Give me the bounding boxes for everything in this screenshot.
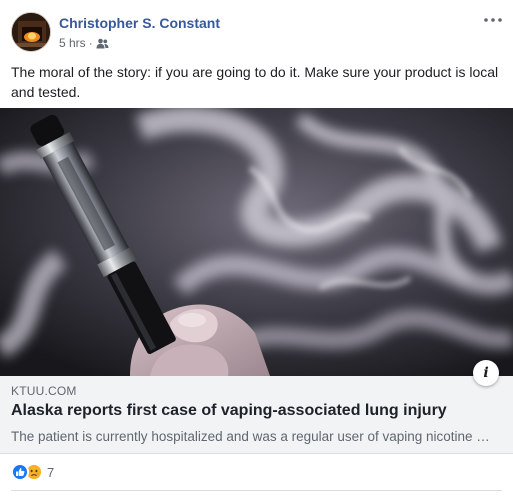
link-description: The patient is currently hospitalized an… — [11, 429, 495, 444]
meta-separator: · — [88, 36, 93, 50]
like-icon — [11, 463, 29, 481]
link-preview-image[interactable] — [0, 108, 513, 376]
post-header: Christopher S. Constant 5 hrs · — [11, 12, 503, 54]
post-message: The moral of the story: if you are going… — [11, 64, 499, 100]
link-domain: KTUU.COM — [11, 384, 77, 398]
link-headline[interactable]: Alaska reports first case of vaping-asso… — [11, 402, 447, 420]
link-preview[interactable]: KTUU.COM Alaska reports first case of va… — [0, 376, 513, 454]
divider — [11, 490, 502, 491]
reactions-summary[interactable]: 7 — [11, 462, 54, 482]
friends-icon[interactable] — [96, 38, 109, 49]
post-card: Christopher S. Constant 5 hrs · The mora… — [0, 0, 513, 496]
post-meta: 5 hrs · — [59, 36, 109, 50]
avatar[interactable] — [11, 12, 51, 52]
info-icon[interactable]: i — [473, 360, 499, 386]
more-options-icon[interactable] — [483, 12, 503, 28]
author-name[interactable]: Christopher S. Constant — [59, 15, 220, 31]
post-timestamp[interactable]: 5 hrs — [59, 36, 86, 50]
reaction-count: 7 — [47, 464, 55, 480]
